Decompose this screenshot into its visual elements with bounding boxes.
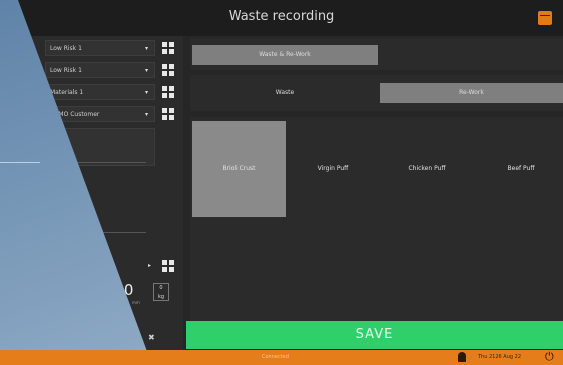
tab-rework[interactable]: Re-Work xyxy=(380,83,563,103)
tare-unit: kg xyxy=(157,294,165,300)
select-row-3[interactable]: Materials 1 ▾ xyxy=(45,84,155,100)
product-tile[interactable]: Brioli Crust xyxy=(192,121,286,217)
datetime: Thu 2126 Aug 22 xyxy=(478,354,522,360)
top-bar: ← Waste recording xyxy=(0,0,563,36)
select-value: Materials 1 xyxy=(50,89,84,96)
calendar-icon[interactable] xyxy=(538,11,552,25)
select-row-1[interactable]: Low Risk 1 ▾ xyxy=(45,40,155,56)
grid-icon[interactable] xyxy=(162,86,174,98)
tare-button[interactable]: 0 kg xyxy=(153,283,169,301)
connection-status: Connected xyxy=(262,354,289,360)
product-tile[interactable]: Virgin Puff xyxy=(286,121,380,217)
weight-unit: mm xyxy=(132,300,140,305)
save-button[interactable]: SAVE xyxy=(186,321,563,349)
grid-icon[interactable] xyxy=(162,260,174,272)
power-icon[interactable]: ⏻ xyxy=(545,351,556,362)
select-value: Low Risk 1 xyxy=(50,45,82,52)
user-icon[interactable] xyxy=(458,352,466,362)
product-tile[interactable]: Chicken Puff xyxy=(380,121,474,217)
grid-icon[interactable] xyxy=(162,64,174,76)
tab-waste[interactable]: Waste xyxy=(192,83,378,103)
chevron-down-icon: ▾ xyxy=(144,45,148,52)
select-value: Low Risk 1 xyxy=(50,67,82,74)
chevron-down-icon: ▾ xyxy=(144,89,148,96)
chevron-right-icon: ▸ xyxy=(148,262,152,269)
page-title: Waste recording xyxy=(228,9,335,24)
close-icon[interactable]: ✖ xyxy=(148,333,158,343)
chevron-down-icon: ▾ xyxy=(144,111,148,118)
grid-icon[interactable] xyxy=(162,42,174,54)
product-grid: Brioli Crust Virgin Puff Chicken Puff Be… xyxy=(190,117,563,321)
tare-value: 0 xyxy=(159,285,163,291)
select-row-2[interactable]: Low Risk 1 ▾ xyxy=(45,62,155,78)
chevron-down-icon: ▾ xyxy=(144,67,148,74)
product-tile[interactable]: Beef Puff xyxy=(474,121,563,217)
category-waste-rework[interactable]: Waste & Re-Work xyxy=(192,45,378,65)
grid-icon[interactable] xyxy=(162,108,174,120)
overlay-line xyxy=(0,162,40,163)
